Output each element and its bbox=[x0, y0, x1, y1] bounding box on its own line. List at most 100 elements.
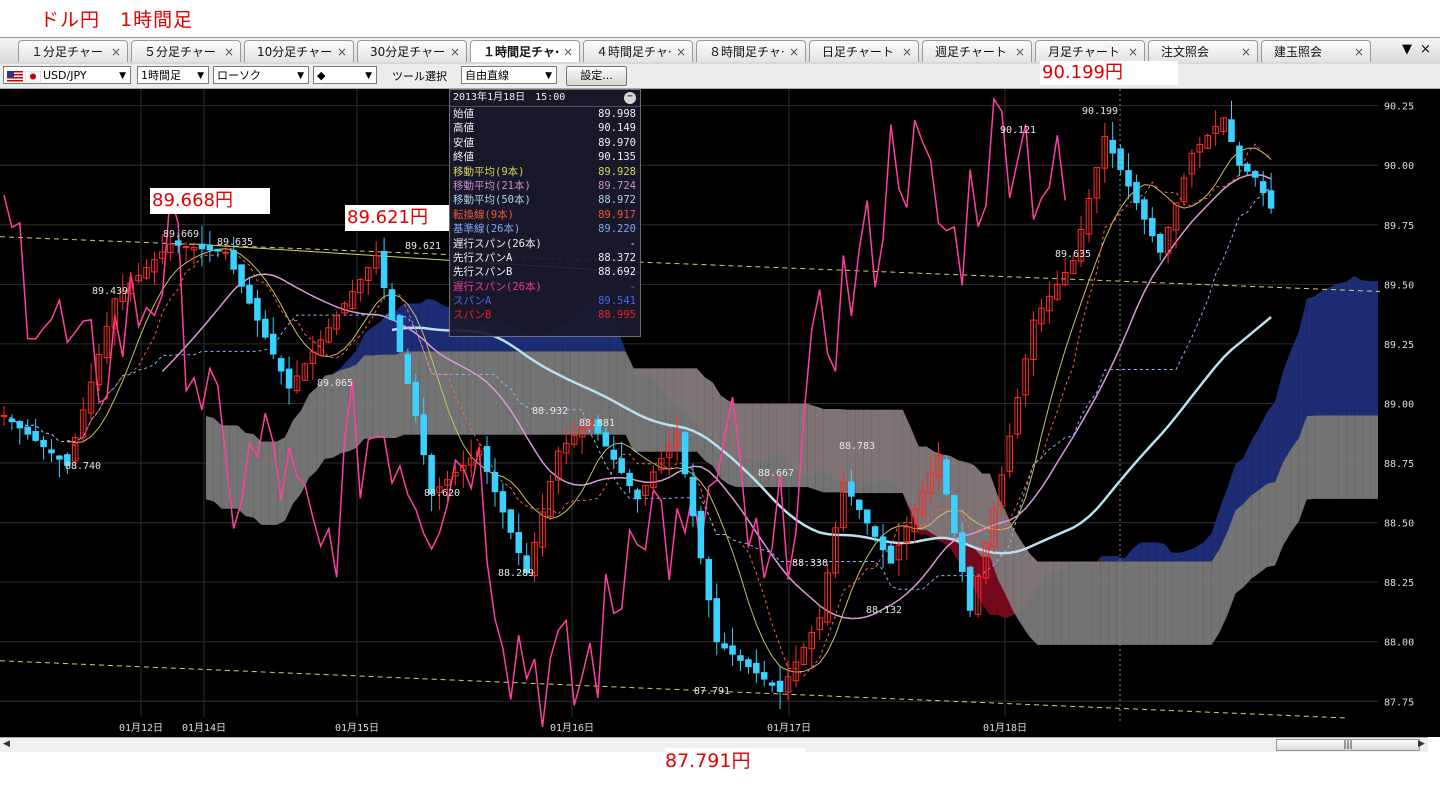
span-b-band bbox=[356, 355, 365, 448]
span-b-band bbox=[689, 368, 697, 452]
close-icon[interactable]: × bbox=[111, 41, 121, 62]
span-b-band bbox=[459, 351, 468, 435]
tool-select[interactable]: 自由直線 ▼ bbox=[461, 66, 557, 84]
info-row-value: 89.541 bbox=[598, 295, 636, 308]
info-row: 転換線(9本) 89.917 bbox=[450, 208, 640, 222]
chart-area[interactable]: 90.25 90.00 89.75 89.50 89.25 89.00 88.75 88.50… bbox=[0, 89, 1440, 737]
chevron-down-icon: ▼ bbox=[297, 71, 304, 81]
span-b-band bbox=[380, 354, 389, 439]
tab-30min[interactable]: 30分足チャー × bbox=[357, 40, 467, 62]
span-b-band bbox=[395, 351, 404, 439]
candle-body bbox=[1244, 163, 1251, 172]
price-label: 89.065 bbox=[317, 378, 353, 389]
candle-body bbox=[729, 645, 736, 655]
tab-10min[interactable]: 10分足チャー × bbox=[244, 40, 354, 62]
y-tick-label: 90.25 bbox=[1384, 102, 1414, 113]
annotation-mid-high: 89.621円 bbox=[345, 205, 449, 231]
info-row-label: 移動平均(21本) bbox=[453, 179, 531, 192]
info-row: 遅行スパン(26本) - bbox=[450, 280, 640, 294]
chart-style-select[interactable]: ローソク ▼ bbox=[213, 66, 309, 84]
tab-daily[interactable]: 日足チャート × bbox=[809, 40, 919, 62]
span-b-band bbox=[1069, 561, 1078, 645]
tab-menu-icon[interactable]: ▼ bbox=[1402, 42, 1412, 57]
settings-button[interactable]: 設定... bbox=[566, 66, 627, 86]
candle-body bbox=[198, 243, 206, 250]
tab-order-inquiry[interactable]: 注文照会 × bbox=[1148, 40, 1258, 62]
ichimoku-cloud-segment bbox=[1140, 542, 1149, 562]
close-icon[interactable]: × bbox=[224, 41, 234, 62]
chart-toolbar: USD/JPY ▼ 1時間足 ▼ ローソク ▼ ◆ ▼ ツール選択 自由直線 ▼ 設定..… bbox=[0, 64, 1440, 89]
tab-8hour[interactable]: ８時間足チャ· × bbox=[696, 40, 806, 62]
span-b-band bbox=[443, 351, 452, 435]
span-b-band bbox=[1061, 561, 1070, 645]
close-icon[interactable]: × bbox=[789, 41, 799, 62]
tab-position-inquiry[interactable]: 建玉照会 × bbox=[1261, 40, 1371, 62]
span-b-band bbox=[1180, 561, 1188, 645]
span-b-band bbox=[316, 375, 325, 471]
scroll-left-icon[interactable]: ◀ bbox=[3, 739, 10, 749]
span-b-band bbox=[641, 368, 650, 452]
close-icon[interactable]: × bbox=[1128, 41, 1138, 62]
scroll-thumb[interactable]: ||| bbox=[1276, 739, 1420, 751]
span-b-band bbox=[1322, 415, 1331, 499]
marker-select[interactable]: ◆ ▼ bbox=[313, 66, 377, 84]
candle-body bbox=[848, 481, 855, 497]
span-b-band bbox=[617, 351, 626, 435]
span-b-band bbox=[894, 409, 903, 494]
candle-body bbox=[206, 244, 214, 251]
ichimoku-cloud-segment bbox=[1314, 290, 1323, 416]
candle-body bbox=[246, 284, 253, 304]
us-flag-icon bbox=[7, 70, 23, 82]
tab-monthly[interactable]: 月足チャート × bbox=[1035, 40, 1145, 62]
candlestick-chart[interactable]: 90.25 90.00 89.75 89.50 89.25 89.00 88.75 88.50… bbox=[0, 89, 1440, 737]
candle-body bbox=[737, 655, 744, 661]
timeframe-select[interactable]: 1時間足 ▼ bbox=[137, 66, 209, 84]
candle-body bbox=[1149, 217, 1156, 237]
close-icon[interactable]: × bbox=[676, 41, 686, 62]
candle-body bbox=[943, 459, 950, 495]
span-b-band bbox=[522, 351, 531, 435]
price-label: 89.635 bbox=[1055, 249, 1091, 260]
x-tick-label: 01月14日 bbox=[182, 722, 226, 734]
ichimoku-cloud-segment bbox=[1346, 275, 1355, 416]
span-b-band bbox=[498, 351, 507, 435]
span-b-band bbox=[483, 351, 492, 435]
candle-body bbox=[56, 455, 63, 460]
y-tick-label: 88.25 bbox=[1384, 578, 1414, 589]
close-icon[interactable]: × bbox=[337, 41, 347, 62]
close-icon[interactable]: × bbox=[1241, 41, 1251, 62]
y-tick-label: 88.75 bbox=[1384, 459, 1414, 470]
info-row: 先行スパンB 88.692 bbox=[450, 265, 640, 279]
span-b-band bbox=[546, 351, 555, 435]
ichimoku-cloud-segment bbox=[1172, 552, 1181, 562]
span-b-band bbox=[364, 355, 373, 439]
span-b-band bbox=[1084, 561, 1093, 645]
chevron-down-icon: ▼ bbox=[197, 71, 204, 81]
span-b-band bbox=[1362, 415, 1371, 499]
info-row-label: 遅行スパン(26本) bbox=[453, 280, 542, 293]
tab-5min[interactable]: ５分足チャー × bbox=[131, 40, 241, 62]
info-panel-header: 2013年1月18日 15:00 bbox=[450, 90, 640, 107]
symbol-select[interactable]: USD/JPY ▼ bbox=[3, 66, 131, 84]
candle-body bbox=[966, 566, 974, 611]
tab-4hour[interactable]: ４時間足チャ· × bbox=[583, 40, 693, 62]
info-row-value: 88.692 bbox=[598, 266, 636, 279]
tab-1min[interactable]: １分足チャー × bbox=[18, 40, 128, 62]
close-icon[interactable]: × bbox=[902, 41, 912, 62]
minimize-icon[interactable]: − bbox=[624, 92, 636, 104]
info-row: スパンA 89.541 bbox=[450, 294, 640, 308]
close-icon[interactable]: × bbox=[1420, 42, 1431, 57]
ichimoku-cloud-segment bbox=[1370, 281, 1378, 416]
tab-1hour[interactable]: １時間足チャ· × bbox=[470, 40, 580, 62]
close-icon[interactable]: × bbox=[1354, 41, 1364, 62]
close-icon[interactable]: × bbox=[563, 41, 573, 62]
span-b-band bbox=[300, 394, 309, 494]
tab-weekly[interactable]: 週足チャート × bbox=[922, 40, 1032, 62]
span-b-band bbox=[1251, 489, 1260, 579]
close-icon[interactable]: × bbox=[450, 41, 460, 62]
span-b-band bbox=[625, 351, 634, 452]
close-icon[interactable]: × bbox=[1015, 41, 1025, 62]
info-row-label: 安値 bbox=[453, 136, 474, 149]
info-row: 安値 89.970 bbox=[450, 136, 640, 150]
scroll-right-icon[interactable]: ▶ bbox=[1418, 739, 1425, 749]
